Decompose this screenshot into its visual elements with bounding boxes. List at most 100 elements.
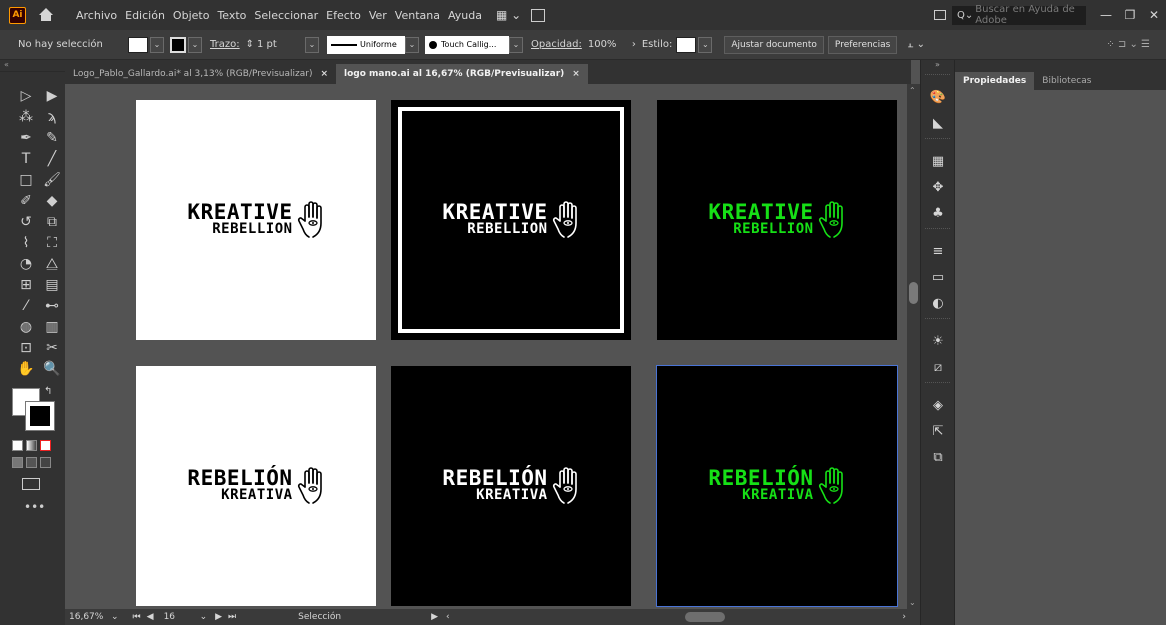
canvas[interactable]: KREATIVE REBELLION KREATIVE REBELLION KREATI… [65, 84, 907, 609]
free-transform-tool-icon[interactable]: ⛶ [42, 233, 62, 252]
eraser-tool-icon[interactable]: ◆ [42, 191, 62, 210]
rectangle-tool-icon[interactable]: □ [16, 170, 36, 189]
color-guide-icon[interactable]: 🎨 [921, 84, 955, 110]
panel-toggle-icon[interactable] [934, 10, 946, 20]
brushes-icon[interactable]: ✥ [921, 174, 955, 200]
stroke-label[interactable]: Trazo: [210, 39, 240, 50]
panel-collapse-icon[interactable]: « [0, 60, 65, 72]
artboard[interactable]: KREATIVE REBELLION [391, 100, 631, 340]
shaper-tool-icon[interactable]: ✐ [16, 191, 36, 210]
minimize-icon[interactable]: — [1094, 5, 1118, 25]
selection-tool-icon[interactable]: ▷ [16, 86, 36, 105]
graphic-styles-icon[interactable]: ⧄ [921, 354, 955, 380]
panel-options-icon[interactable]: ⁘ ⊐ ⌄ ☰ [1106, 39, 1150, 50]
close-tab-icon[interactable]: × [572, 69, 580, 79]
scroll-up-icon[interactable]: ⌃ [909, 86, 916, 95]
direct-selection-tool-icon[interactable]: ▶ [42, 86, 62, 105]
layers-icon[interactable]: ◈ [921, 392, 955, 418]
none-mode-icon[interactable] [40, 440, 51, 451]
menu-seleccionar[interactable]: Seleccionar [254, 9, 318, 22]
shape-builder-tool-icon[interactable]: ◔ [16, 254, 36, 273]
edit-toolbar-icon[interactable]: ••• [24, 500, 65, 514]
last-artboard-icon[interactable]: ⏭ [228, 612, 236, 622]
next-artboard-icon[interactable]: ▶ [215, 612, 222, 622]
tab-propiedades[interactable]: Propiedades [955, 72, 1035, 90]
magic-wand-tool-icon[interactable]: ⁂ [16, 107, 36, 126]
rotate-tool-icon[interactable]: ↺ [16, 212, 36, 231]
brush-dropdown[interactable]: ⌄ [509, 36, 524, 53]
help-search-input[interactable]: Q⌄ Buscar en Ayuda de Adobe [952, 4, 1086, 26]
close-icon[interactable]: ✕ [1142, 5, 1166, 25]
warp-tool-icon[interactable]: ⌇ [16, 233, 36, 252]
artboard-tool-icon[interactable]: ⊡ [16, 338, 36, 357]
draw-inside-icon[interactable] [40, 457, 51, 468]
swap-colors-icon[interactable]: ↰ [44, 386, 52, 397]
eyedropper-tool-icon[interactable]: ⁄ [16, 296, 36, 315]
restore-icon[interactable]: ❐ [1118, 5, 1142, 25]
transparency-icon[interactable]: ◐ [921, 290, 955, 316]
artboard[interactable]: REBELIÓN KREATIVA [656, 365, 898, 607]
menu-edicion[interactable]: Edición [125, 9, 165, 22]
scale-tool-icon[interactable]: ⧉ [42, 212, 62, 231]
zoom-tool-icon[interactable]: 🔍 [42, 359, 62, 378]
gradient-panel-icon[interactable]: ▭ [921, 264, 955, 290]
tab-logo-pablo-gallardo[interactable]: Logo_Pablo_Gallardo.ai* al 3,13% (RGB/Pr… [65, 64, 336, 84]
home-icon[interactable] [38, 8, 54, 22]
line-tool-icon[interactable]: ╱ [42, 149, 62, 168]
fill-dropdown[interactable]: ⌄ [150, 36, 164, 53]
artboards-panel-icon[interactable]: ⧉ [921, 444, 955, 470]
logo-group[interactable]: REBELIÓN KREATIVA [442, 467, 579, 505]
opacity-label[interactable]: Opacidad: [531, 39, 582, 50]
asset-export-icon[interactable]: ⇱ [921, 418, 955, 444]
brush-definition[interactable]: Touch Callig... [425, 35, 510, 54]
scroll-left-icon[interactable]: ‹ [446, 612, 450, 622]
artboard[interactable]: REBELIÓN KREATIVA [136, 366, 376, 606]
vertical-scroll-thumb[interactable] [909, 282, 918, 304]
menu-efecto[interactable]: Efecto [326, 9, 361, 22]
lasso-tool-icon[interactable]: ϡ [42, 107, 62, 126]
opacity-arrow-icon[interactable]: › [632, 39, 636, 50]
color-mode-icon[interactable] [12, 440, 23, 451]
stroke-panel-icon[interactable]: ≡ [921, 238, 955, 264]
vertical-scrollbar[interactable]: ⌃ ⌄ [907, 84, 920, 609]
menu-ver[interactable]: Ver [369, 9, 387, 22]
preferences-button[interactable]: Preferencias [827, 35, 898, 54]
menu-archivo[interactable]: Archivo [76, 9, 117, 22]
status-menu-icon[interactable]: ▶ [431, 612, 438, 622]
stroke-stepper-icon[interactable]: ⇕ [246, 39, 254, 50]
gradient-mode-icon[interactable] [26, 440, 37, 451]
menu-ayuda[interactable]: Ayuda [448, 9, 482, 22]
pen-tool-icon[interactable]: ✒ [16, 128, 36, 147]
paintbrush-tool-icon[interactable]: 🖌 [42, 170, 62, 189]
hand-tool-icon[interactable]: ✋ [16, 359, 36, 378]
variable-width-line[interactable]: Uniforme [327, 35, 406, 54]
stroke-color-box[interactable] [25, 401, 55, 431]
perspective-grid-tool-icon[interactable]: ⧋ [42, 254, 62, 273]
prev-artboard-icon[interactable]: ◀ [147, 612, 154, 622]
stroke-swatch[interactable] [170, 36, 186, 53]
blend-tool-icon[interactable]: ⊷ [42, 296, 62, 315]
draw-normal-icon[interactable] [12, 457, 23, 468]
artboard[interactable]: REBELIÓN KREATIVA [391, 366, 631, 606]
fit-document-button[interactable]: Ajustar documento [724, 35, 824, 54]
column-graph-tool-icon[interactable]: ▥ [42, 317, 62, 336]
symbol-sprayer-tool-icon[interactable]: ◍ [16, 317, 36, 336]
mesh-tool-icon[interactable]: ⊞ [16, 275, 36, 294]
logo-group[interactable]: REBELIÓN KREATIVA [708, 467, 845, 505]
logo-group[interactable]: REBELIÓN KREATIVA [187, 467, 324, 505]
artboard-number[interactable]: 16 [164, 612, 194, 622]
appearance-icon[interactable]: ☀ [921, 328, 955, 354]
artboard[interactable]: KREATIVE REBELLION [136, 100, 376, 340]
artboard[interactable]: KREATIVE REBELLION [657, 100, 897, 340]
type-tool-icon[interactable]: T [16, 149, 36, 168]
horizontal-scroll-thumb[interactable] [685, 612, 725, 622]
color-panel-icon[interactable]: ◣ [921, 110, 955, 136]
scroll-right-icon[interactable]: › [902, 612, 906, 622]
draw-behind-icon[interactable] [26, 457, 37, 468]
fill-swatch[interactable] [128, 36, 148, 53]
stroke-weight-field[interactable]: 1 pt [257, 39, 305, 50]
scroll-down-icon[interactable]: ⌄ [909, 598, 916, 607]
style-swatch[interactable] [676, 36, 697, 53]
menu-ventana[interactable]: Ventana [395, 9, 440, 22]
gradient-tool-icon[interactable]: ▤ [42, 275, 62, 294]
